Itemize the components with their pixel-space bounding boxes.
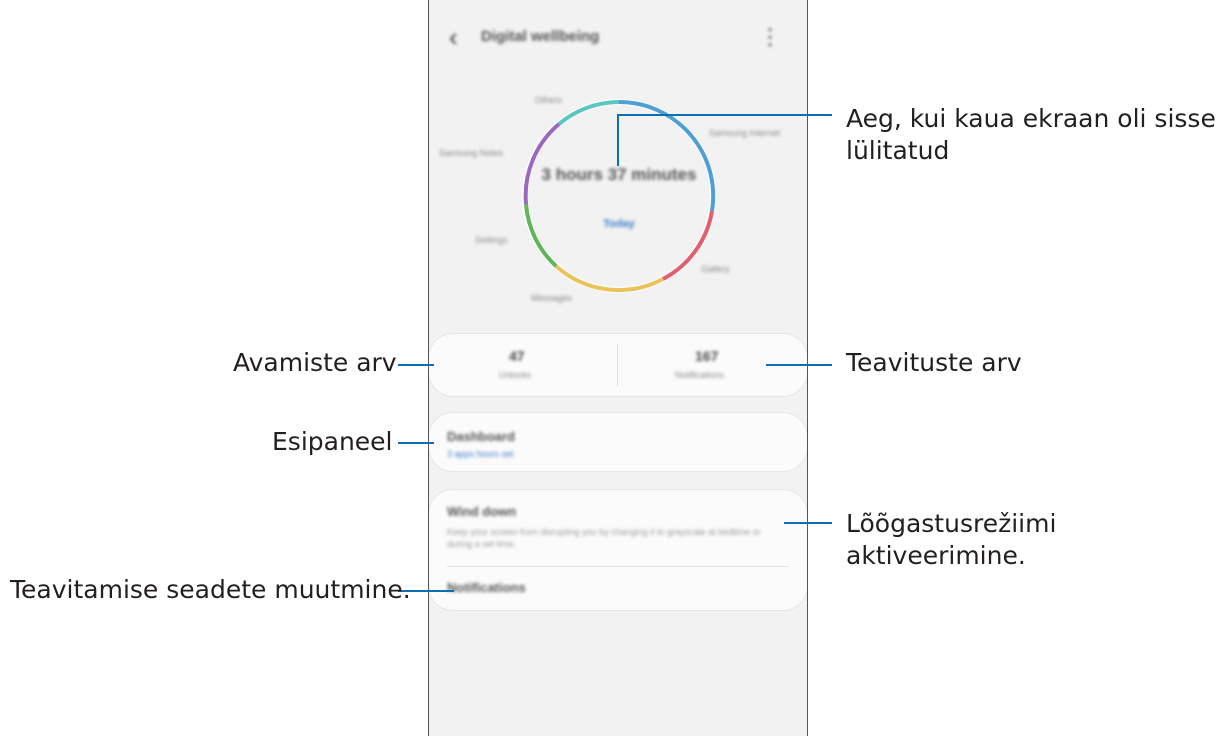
leader-wind-down [784,522,832,524]
callout-unlocks: Avamiste arv [233,348,397,377]
segment-messages [554,264,664,293]
back-arrow-icon[interactable]: ‹ [449,22,458,53]
usage-ring [522,99,716,293]
unlocks-label: Unlocks [499,370,532,380]
wind-down-description: Keep your screen from disrupting you by … [447,527,761,549]
leader-dashboard [398,442,434,444]
period-link[interactable]: Today [519,218,719,230]
app-label-messages: Messages [531,293,573,303]
notifications-label: Notifications [675,370,725,380]
settings-card: Wind down Keep your screen from disrupti… [429,490,807,610]
wind-down-title[interactable]: Wind down [447,504,516,519]
more-options-icon[interactable]: ⋮ [759,24,781,50]
dashboard-card[interactable]: Dashboard 3 apps hours set [429,413,807,471]
callout-screen-time: Aeg, kui kaua ekraan oli sisse lülitatud [846,104,1216,165]
leader-screen-time-h [618,114,832,116]
segment-samsung-internet [618,99,716,212]
stats-card: 47 Unlocks 167 Notifications [429,334,807,396]
callout-wind-down: Lõõgastusrežiimi aktiveerimine. [846,509,1057,570]
dashboard-subtitle: 3 apps hours set [447,449,514,459]
stats-divider [617,344,618,386]
callout-notifications: Teavituste arv [846,348,1022,377]
notifications-item-title[interactable]: Notifications [447,580,526,595]
dashboard-title: Dashboard [447,429,515,444]
callout-dashboard: Esipaneel [272,427,393,456]
screen-title: Digital wellbeing [481,28,600,45]
leader-unlocks [398,364,434,366]
app-bar: ‹ Digital wellbeing ⋮ [429,18,807,58]
notifications-value: 167 [695,348,719,364]
leader-screen-time-v [617,114,619,166]
app-label-samsung-internet: Samsung Internet [709,128,781,138]
leader-notifications [766,364,832,366]
app-label-settings: Settings [475,235,508,245]
unlocks-value: 47 [509,348,525,364]
usage-ring-chart[interactable]: 3 hours 37 minutes Today [519,96,719,296]
phone-screenshot: ‹ Digital wellbeing ⋮ 3 hours 37 minutes… [428,0,808,736]
app-label-others: Others [535,95,563,105]
callout-notification-settings: Teavitamise seadete muutmine. [10,575,411,604]
app-label-samsung-notes: Samsung Notes [439,148,504,158]
app-label-gallery: Gallery [701,264,730,274]
card-separator [447,566,789,567]
total-screen-time: 3 hours 37 minutes [541,165,697,184]
